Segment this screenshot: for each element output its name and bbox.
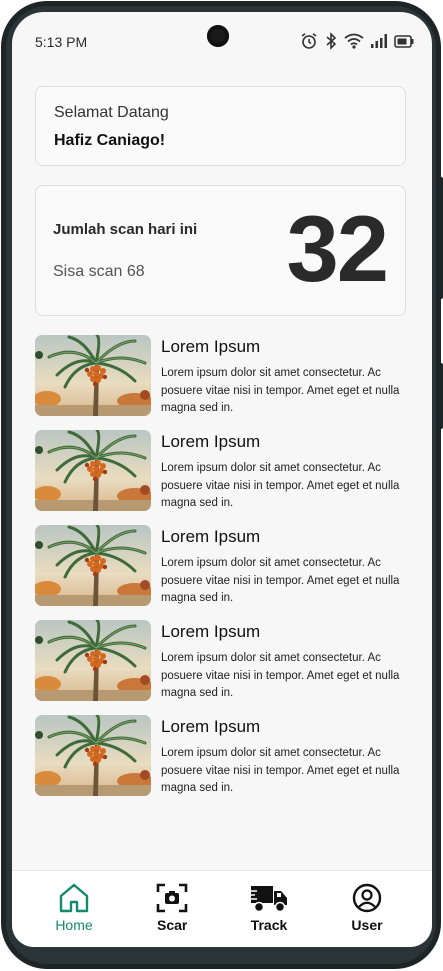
article-list-item[interactable]: Lorem Ipsum Lorem ipsum dolor sit amet co… xyxy=(35,335,415,419)
date-palm-image xyxy=(35,335,151,416)
home-icon xyxy=(59,883,89,913)
truck-icon xyxy=(249,886,287,913)
article-description: Lorem ipsum dolor sit amet consectetur. … xyxy=(161,557,400,604)
article-thumbnail xyxy=(35,335,151,416)
phone-frame: 5:13 PM Selamat Datang Hafiz Caniago! Ju… xyxy=(1,1,443,969)
status-time: 5:13 PM xyxy=(35,34,88,50)
alarm-icon xyxy=(301,33,317,49)
article-thumbnail xyxy=(35,525,151,606)
article-title: Lorem Ipsum xyxy=(161,717,261,736)
volume-button xyxy=(438,177,443,299)
nav-scan[interactable]: Scar: xyxy=(132,883,212,933)
article-list-item[interactable]: Lorem Ipsum Lorem ipsum dolor sit amet co… xyxy=(35,715,415,799)
date-palm-image xyxy=(35,525,151,606)
article-title: Lorem Ipsum xyxy=(161,527,261,546)
article-title: Lorem Ipsum xyxy=(161,622,261,641)
date-palm-image xyxy=(35,430,151,511)
article-list-item[interactable]: Lorem Ipsum Lorem ipsum dolor sit amet co… xyxy=(35,525,415,609)
article-list-item[interactable]: Lorem Ipsum Lorem ipsum dolor sit amet co… xyxy=(35,430,415,514)
scan-stats-card: Jumlah scan hari ini Sisa scan 68 32 xyxy=(35,185,406,316)
status-bar: 5:13 PM xyxy=(12,12,432,67)
front-camera xyxy=(207,25,229,47)
article-description: Lorem ipsum dolor sit amet consectetur. … xyxy=(161,462,400,509)
greeting-text: Selamat Datang xyxy=(54,104,169,121)
user-name: Hafiz Caniago! xyxy=(54,132,166,149)
article-thumbnail xyxy=(35,430,151,511)
date-palm-image xyxy=(35,620,151,701)
nav-user-label: User xyxy=(351,917,383,933)
user-icon xyxy=(352,883,382,913)
scan-today-label: Jumlah scan hari ini xyxy=(53,221,198,238)
power-button xyxy=(438,363,443,429)
app-screen: 5:13 PM Selamat Datang Hafiz Caniago! Ju… xyxy=(12,12,432,947)
article-description: Lorem ipsum dolor sit amet consectetur. … xyxy=(161,747,400,794)
article-title: Lorem Ipsum xyxy=(161,337,261,356)
wifi-icon xyxy=(344,33,364,49)
article-description: Lorem ipsum dolor sit amet consectetur. … xyxy=(161,367,400,414)
nav-track[interactable]: Track xyxy=(229,883,309,933)
article-thumbnail xyxy=(35,620,151,701)
camera-scan-icon xyxy=(156,883,188,913)
article-list-item[interactable]: Lorem Ipsum Lorem ipsum dolor sit amet co… xyxy=(35,620,415,704)
welcome-card: Selamat Datang Hafiz Caniago! xyxy=(35,86,406,166)
article-thumbnail xyxy=(35,715,151,796)
bottom-nav: Home Scar: xyxy=(12,870,432,947)
nav-home[interactable]: Home xyxy=(34,883,114,933)
scan-remaining-label: Sisa scan 68 xyxy=(53,263,145,280)
battery-icon xyxy=(394,34,414,48)
nav-home-label: Home xyxy=(55,917,93,933)
nav-scan-label: Scar: xyxy=(157,917,187,933)
article-description: Lorem ipsum dolor sit amet consectetur. … xyxy=(161,652,400,699)
signal-icon xyxy=(371,34,387,48)
date-palm-image xyxy=(35,715,151,796)
article-title: Lorem Ipsum xyxy=(161,432,261,451)
status-icons xyxy=(300,32,414,50)
bluetooth-icon xyxy=(326,32,337,50)
nav-track-label: Track xyxy=(250,917,288,933)
nav-user[interactable]: User xyxy=(327,883,407,933)
scan-count: 32 xyxy=(286,196,389,301)
